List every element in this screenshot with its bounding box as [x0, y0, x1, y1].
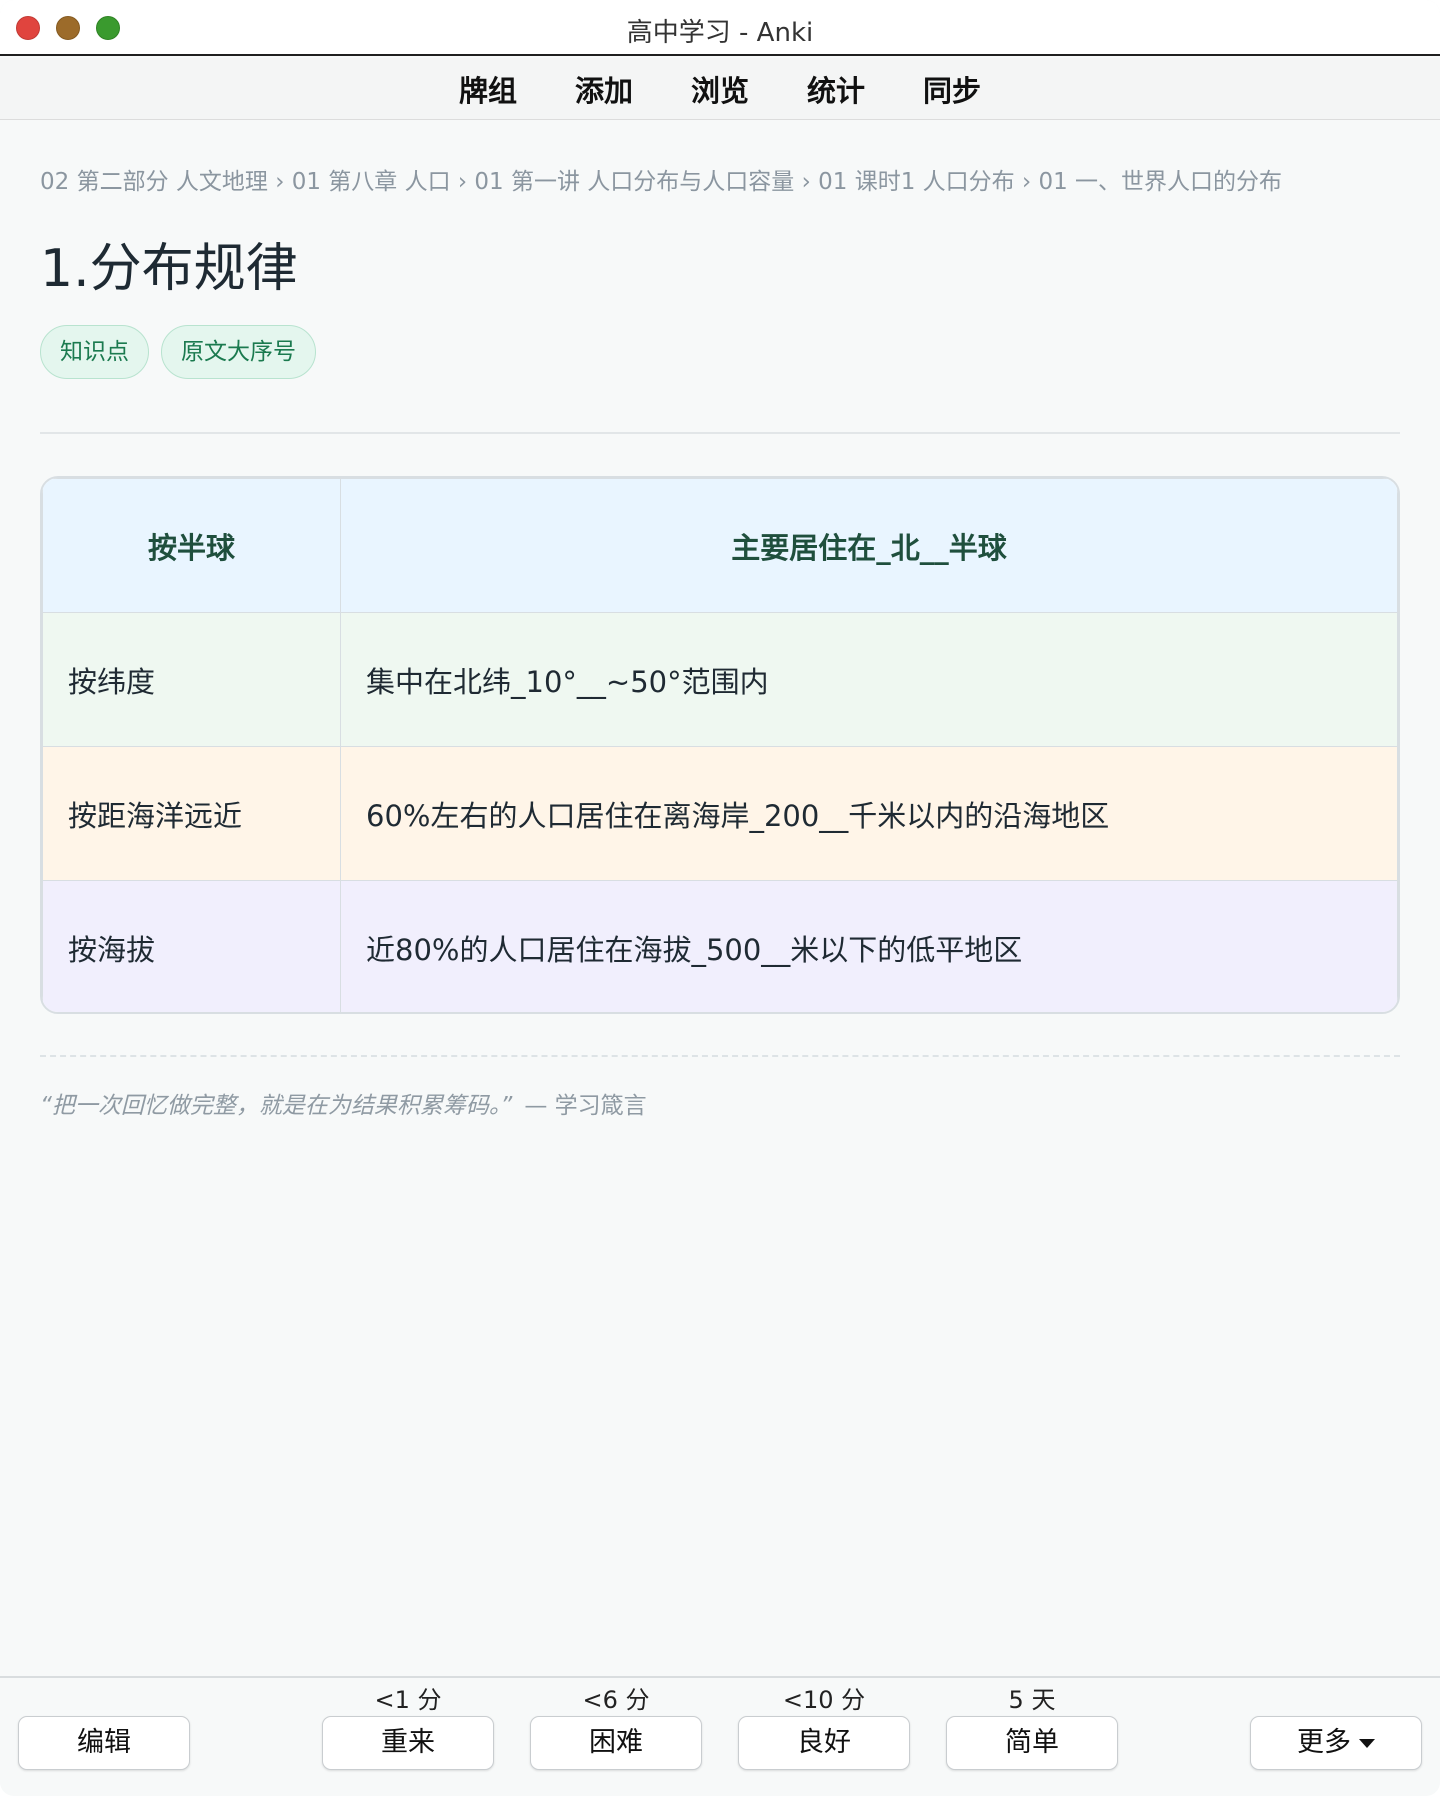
- table-row: 按海拔 近80%的人口居住在海拔_500__米以下的低平地区: [42, 880, 1398, 1012]
- tag-original-number: 原文大序号: [161, 325, 316, 379]
- toolbar-stats[interactable]: 统计: [778, 68, 894, 110]
- table-row-value: 近80%的人口居住在海拔_500__米以下的低平地区: [340, 880, 1398, 1012]
- toolbar-browse[interactable]: 浏览: [662, 68, 778, 110]
- divider: [40, 432, 1400, 434]
- table-header-row: 按半球 主要居住在_北__半球: [42, 478, 1398, 613]
- again-button[interactable]: 重来: [322, 1716, 494, 1770]
- interval-hard: <6 分: [582, 1686, 650, 1714]
- caret-down-icon: [1359, 1739, 1375, 1748]
- interval-again: <1 分: [374, 1686, 442, 1714]
- tag-knowledge-point: 知识点: [40, 325, 149, 379]
- table-row-label: 按纬度: [42, 612, 341, 747]
- table-row-label: 按距海洋远近: [42, 746, 341, 881]
- table-header-cell: 按半球: [42, 478, 341, 613]
- more-label: 更多: [1297, 1727, 1351, 1758]
- breadcrumb: 02 第二部分 人文地理 › 01 第八章 人口 › 01 第一讲 人口分布与人…: [40, 169, 1283, 195]
- toolbar-sync[interactable]: 同步: [894, 68, 1010, 110]
- quote-source: — 学习箴言: [524, 1093, 647, 1119]
- toolbar-decks[interactable]: 牌组: [430, 68, 546, 110]
- title-bar: 高中学习 - Anki: [0, 0, 1440, 56]
- main-toolbar: 牌组 添加 浏览 统计 同步: [0, 58, 1440, 120]
- table-row: 按纬度 集中在北纬_10°__~50°范围内: [42, 612, 1398, 747]
- distribution-table: 按半球 主要居住在_北__半球 按纬度 集中在北纬_10°__~50°范围内 按…: [40, 476, 1400, 1014]
- card-title: 1.分布规律: [40, 239, 298, 299]
- quote-text: “把一次回忆做完整，就是在为结果积累筹码。”: [40, 1093, 513, 1119]
- easy-button[interactable]: 简单: [946, 1716, 1118, 1770]
- tag-list: 知识点 原文大序号: [40, 325, 316, 379]
- anki-window: 高中学习 - Anki 牌组 添加 浏览 统计 同步 02 第二部分 人文地理 …: [0, 0, 1440, 1796]
- more-button[interactable]: 更多: [1250, 1716, 1422, 1770]
- review-bar: [0, 1676, 1440, 1796]
- interval-easy: 5 天: [1008, 1686, 1056, 1714]
- toolbar-add[interactable]: 添加: [546, 68, 662, 110]
- table-header-cell: 主要居住在_北__半球: [340, 478, 1398, 613]
- good-button[interactable]: 良好: [738, 1716, 910, 1770]
- motto-quote: “把一次回忆做完整，就是在为结果积累筹码。” — 学习箴言: [40, 1086, 647, 1120]
- edit-button[interactable]: 编辑: [18, 1716, 190, 1770]
- dashed-divider: [40, 1055, 1400, 1057]
- table-row-value: 60%左右的人口居住在离海岸_200__千米以内的沿海地区: [340, 746, 1398, 881]
- interval-good: <10 分: [782, 1686, 866, 1714]
- hard-button[interactable]: 困难: [530, 1716, 702, 1770]
- table-row: 按距海洋远近 60%左右的人口居住在离海岸_200__千米以内的沿海地区: [42, 746, 1398, 881]
- table-row-value: 集中在北纬_10°__~50°范围内: [340, 612, 1398, 747]
- window-title: 高中学习 - Anki: [626, 18, 814, 48]
- table-row-label: 按海拔: [42, 880, 341, 1012]
